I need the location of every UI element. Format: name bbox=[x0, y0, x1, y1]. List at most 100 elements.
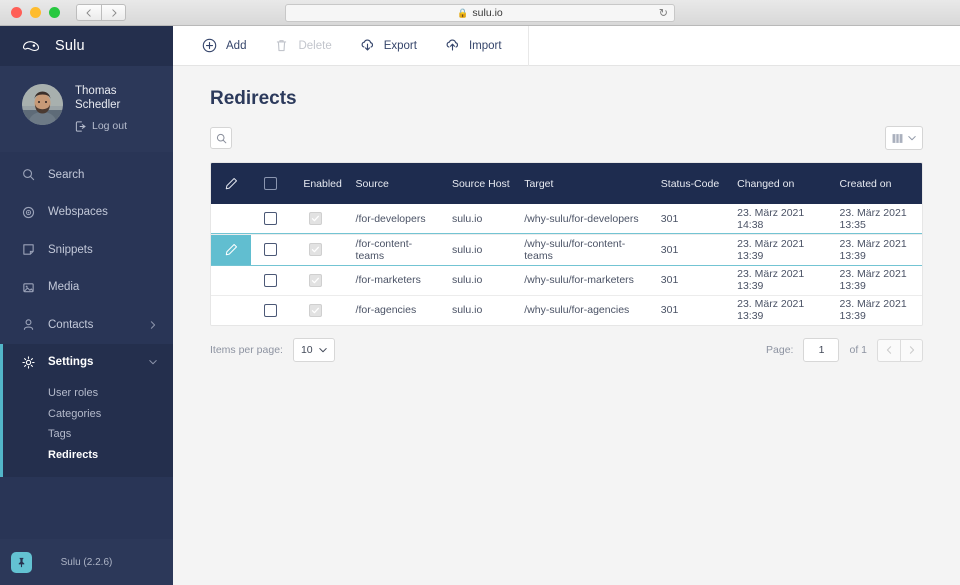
column-created-on[interactable]: Created on bbox=[826, 163, 922, 204]
reload-icon[interactable]: ↻ bbox=[659, 7, 668, 20]
enabled-checkbox bbox=[308, 212, 322, 226]
search-icon bbox=[22, 168, 39, 181]
sidebar: Sulu Thomas Schedler Log out Search Webs… bbox=[0, 26, 173, 585]
forward-button[interactable] bbox=[101, 4, 126, 21]
close-window-button[interactable] bbox=[11, 7, 22, 18]
column-changed-on[interactable]: Changed on bbox=[723, 163, 825, 204]
lock-icon: 🔒 bbox=[457, 7, 469, 18]
page-number-input[interactable]: 1 bbox=[803, 338, 840, 362]
sidebar-item-settings[interactable]: Settings bbox=[0, 343, 173, 381]
column-source-host[interactable]: Source Host bbox=[438, 163, 510, 204]
row-select-cell[interactable] bbox=[251, 295, 289, 325]
sidebar-item-media[interactable]: Media bbox=[0, 269, 173, 307]
chevron-right-icon bbox=[111, 8, 116, 17]
cell-source-host: sulu.io bbox=[451, 304, 483, 317]
brand-name: Sulu bbox=[55, 38, 85, 54]
sidebar-item-webspaces[interactable]: Webspaces bbox=[0, 194, 173, 232]
check-icon bbox=[311, 246, 319, 253]
row-checkbox[interactable] bbox=[263, 303, 277, 317]
main-content: Redirects Enabled Source Source Host Tar… bbox=[173, 66, 960, 585]
row-checkbox[interactable] bbox=[263, 243, 277, 256]
globe-icon bbox=[22, 206, 39, 219]
cell-source: /for-content-teams bbox=[355, 237, 413, 262]
row-select-cell[interactable] bbox=[251, 234, 289, 265]
cell-created-on: 23. März 2021 13:35 bbox=[839, 206, 907, 231]
cell-status-code: 301 bbox=[660, 304, 679, 317]
back-button[interactable] bbox=[76, 4, 101, 21]
view-toggle-button[interactable] bbox=[885, 126, 923, 150]
cell-changed-on: 23. März 2021 14:38 bbox=[737, 206, 805, 231]
address-bar[interactable]: 🔒 sulu.io ↻ bbox=[285, 4, 675, 22]
user-name-line1: Thomas bbox=[75, 85, 117, 97]
select-all-checkbox[interactable] bbox=[263, 177, 277, 190]
export-button[interactable]: Export bbox=[346, 26, 431, 66]
delete-button: Delete bbox=[260, 26, 345, 66]
pencil-icon bbox=[225, 243, 237, 256]
row-checkbox[interactable] bbox=[263, 212, 277, 226]
sidebar-item-tags[interactable]: Tags bbox=[0, 424, 173, 445]
list-controls bbox=[210, 126, 923, 150]
cell-source-host: sulu.io bbox=[451, 243, 483, 256]
pin-sidebar-button[interactable] bbox=[11, 551, 32, 573]
delete-button-label: Delete bbox=[298, 39, 332, 52]
pin-icon bbox=[18, 557, 25, 567]
brand-header[interactable]: Sulu bbox=[0, 26, 173, 66]
avatar[interactable] bbox=[22, 84, 63, 125]
search-toggle-button[interactable] bbox=[210, 127, 232, 149]
user-profile[interactable]: Thomas Schedler Log out bbox=[0, 66, 173, 152]
page-label: Page: bbox=[766, 344, 794, 356]
row-edit-button[interactable] bbox=[211, 265, 251, 295]
row-select-cell[interactable] bbox=[251, 265, 289, 295]
user-name-line2: Schedler bbox=[75, 98, 121, 111]
add-button[interactable]: Add bbox=[188, 26, 260, 66]
logout-button[interactable]: Log out bbox=[75, 120, 127, 132]
table-head: Enabled Source Source Host Target Status… bbox=[211, 163, 922, 204]
column-target[interactable]: Target bbox=[510, 163, 647, 204]
import-button-label: Import bbox=[468, 39, 502, 52]
row-edit-button[interactable] bbox=[211, 295, 251, 325]
column-source[interactable]: Source bbox=[342, 163, 438, 204]
table-row[interactable]: /for-marketers sulu.io /why-sulu/for-mar… bbox=[211, 265, 922, 295]
sidebar-item-label: Settings bbox=[48, 356, 94, 369]
browser-nav-buttons[interactable] bbox=[76, 4, 126, 21]
sidebar-item-snippets[interactable]: Snippets bbox=[0, 231, 173, 269]
toolbar-divider bbox=[527, 25, 529, 66]
table-row[interactable]: /for-agencies sulu.io /why-sulu/for-agen… bbox=[211, 295, 922, 325]
sidebar-item-user-roles[interactable]: User roles bbox=[0, 383, 173, 404]
row-edit-button[interactable] bbox=[211, 234, 252, 265]
cell-target: /why-sulu/for-marketers bbox=[524, 274, 634, 286]
import-button[interactable]: Import bbox=[431, 26, 516, 66]
row-select-cell[interactable] bbox=[251, 204, 289, 234]
row-edit-button[interactable] bbox=[211, 204, 251, 234]
minimize-window-button[interactable] bbox=[30, 7, 41, 18]
row-checkbox[interactable] bbox=[263, 273, 277, 287]
column-select-all[interactable] bbox=[251, 163, 289, 204]
chevron-right-icon bbox=[150, 321, 156, 329]
sidebar-item-redirects[interactable]: Redirects bbox=[0, 445, 173, 466]
enabled-checkbox bbox=[308, 243, 322, 256]
chevron-right-icon bbox=[909, 346, 914, 354]
column-status-code[interactable]: Status-Code bbox=[647, 163, 723, 204]
maximize-window-button[interactable] bbox=[49, 7, 60, 18]
table-row[interactable]: /for-content-teams sulu.io /why-sulu/for… bbox=[211, 233, 922, 266]
cell-source: /for-agencies bbox=[355, 304, 417, 317]
table-row[interactable]: /for-developers sulu.io /why-sulu/for-de… bbox=[211, 204, 922, 234]
table-body: /for-developers sulu.io /why-sulu/for-de… bbox=[211, 204, 922, 325]
search-icon bbox=[216, 133, 226, 143]
check-icon bbox=[311, 215, 319, 222]
sidebar-subitem-label: Tags bbox=[48, 428, 72, 441]
sidebar-item-categories[interactable]: Categories bbox=[0, 404, 173, 425]
sidebar-item-search[interactable]: Search bbox=[0, 156, 173, 194]
sidebar-subitem-label: User roles bbox=[48, 387, 99, 400]
cell-source-host: sulu.io bbox=[451, 274, 483, 286]
row-enabled-cell bbox=[289, 234, 341, 265]
items-per-page-label: Items per page: bbox=[210, 344, 283, 356]
cell-status-code: 301 bbox=[660, 274, 679, 286]
redirects-table-container: Enabled Source Source Host Target Status… bbox=[210, 162, 923, 326]
items-per-page-select[interactable]: 10 bbox=[292, 338, 335, 362]
column-enabled[interactable]: Enabled bbox=[289, 163, 342, 204]
cloud-upload-icon bbox=[446, 39, 458, 51]
sidebar-item-contacts[interactable]: Contacts bbox=[0, 306, 173, 344]
next-page-button bbox=[900, 338, 923, 362]
window-controls[interactable] bbox=[11, 7, 60, 18]
